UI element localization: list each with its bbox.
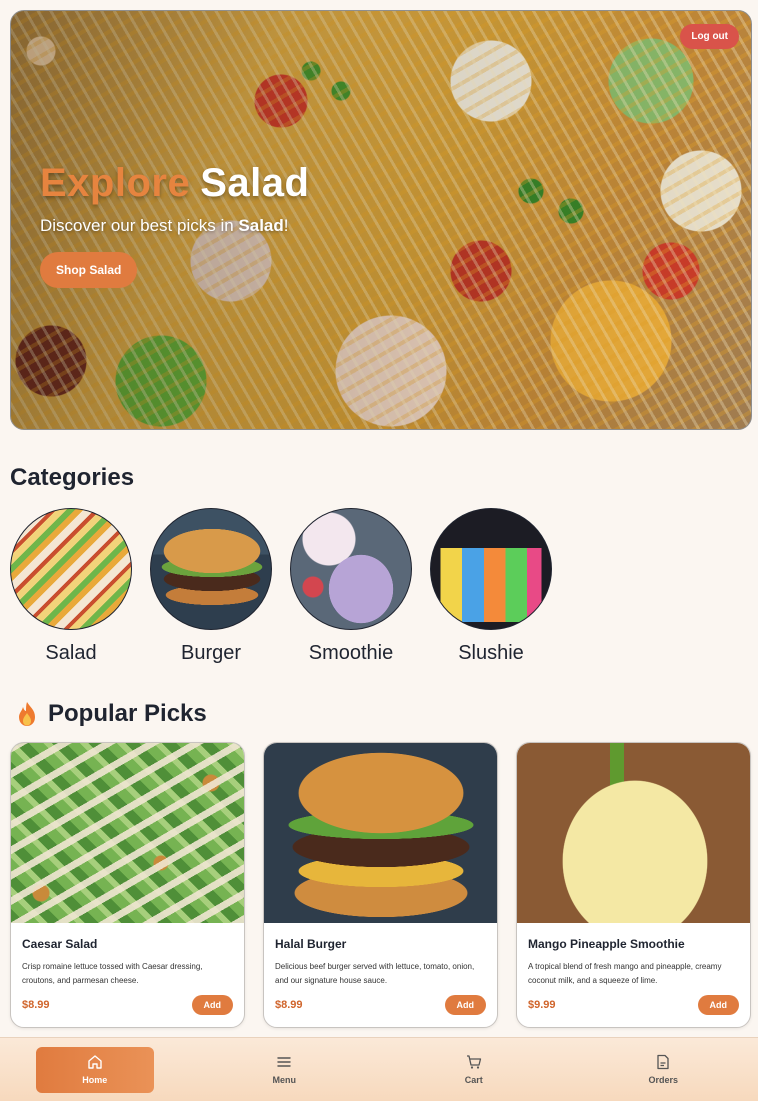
- nav-home[interactable]: Home: [35, 1046, 154, 1093]
- product-card[interactable]: Halal Burger Delicious beef burger serve…: [263, 742, 498, 1028]
- category-slushie-image[interactable]: [430, 508, 552, 630]
- add-to-cart-button[interactable]: Add: [191, 995, 233, 1015]
- category-salad[interactable]: Salad: [10, 508, 132, 665]
- bottom-navigation: Home Menu Cart Orders: [0, 1037, 758, 1101]
- category-label[interactable]: Salad: [10, 642, 132, 665]
- category-slushie[interactable]: Slushie: [430, 508, 552, 665]
- hero-content: Explore Salad Discover our best picks in …: [40, 161, 309, 288]
- popular-picks-label: Popular Picks: [48, 700, 207, 727]
- product-card[interactable]: Mango Pineapple Smoothie A tropical blen…: [516, 742, 751, 1028]
- product-price: $8.99: [22, 999, 50, 1011]
- hero-title-main: Salad: [200, 161, 310, 205]
- product-description: Delicious beef burger served with lettuc…: [275, 962, 475, 985]
- hero-title-accent: Explore: [40, 161, 191, 205]
- category-label[interactable]: Burger: [150, 642, 272, 665]
- category-burger-image[interactable]: [150, 508, 272, 630]
- product-price: $8.99: [275, 999, 303, 1011]
- category-smoothie-image[interactable]: [290, 508, 412, 630]
- orders-icon: [657, 1054, 669, 1070]
- home-icon: [88, 1055, 102, 1069]
- popular-picks-title: Popular Picks: [16, 700, 207, 728]
- nav-orders[interactable]: Orders: [604, 1047, 722, 1093]
- product-description: Crisp romaine lettuce tossed with Caesar…: [22, 962, 203, 985]
- product-image[interactable]: [517, 743, 750, 923]
- nav-label: Menu: [272, 1075, 297, 1085]
- menu-icon: [277, 1057, 291, 1067]
- product-image[interactable]: [264, 743, 497, 923]
- nav-menu[interactable]: Menu: [225, 1047, 343, 1093]
- category-burger[interactable]: Burger: [150, 508, 272, 665]
- category-smoothie[interactable]: Smoothie: [290, 508, 412, 665]
- category-label[interactable]: Slushie: [430, 642, 552, 665]
- add-to-cart-button[interactable]: Add: [697, 995, 739, 1015]
- product-name: Caesar Salad: [22, 937, 98, 951]
- shop-category-button[interactable]: Shop Salad: [40, 252, 138, 288]
- logout-button[interactable]: Log out: [680, 24, 739, 49]
- nav-cart[interactable]: Cart: [415, 1047, 533, 1093]
- product-image[interactable]: [11, 743, 244, 923]
- category-list: Salad Burger Smoothie Slushie: [10, 508, 552, 665]
- product-price: $9.99: [528, 999, 556, 1011]
- category-salad-image[interactable]: [10, 508, 132, 630]
- product-name: Halal Burger: [275, 937, 347, 951]
- product-card[interactable]: Caesar Salad Crisp romaine lettuce tosse…: [10, 742, 245, 1028]
- cart-icon: [466, 1055, 481, 1069]
- category-label[interactable]: Smoothie: [290, 642, 412, 665]
- hero-subtitle-prefix: Discover our best picks in: [40, 216, 239, 235]
- hero-subtitle: Discover our best picks in Salad!: [40, 216, 309, 236]
- nav-label: Cart: [464, 1075, 483, 1085]
- product-name: Mango Pineapple Smoothie: [528, 937, 685, 951]
- product-description: A tropical blend of fresh mango and pine…: [528, 962, 722, 985]
- hero-banner: Log out Explore Salad Discover our best p…: [10, 10, 752, 430]
- nav-label: Orders: [648, 1075, 678, 1085]
- hero-title: Explore Salad: [40, 161, 309, 206]
- flame-icon: [19, 702, 35, 726]
- hero-subtitle-category: Salad: [238, 216, 284, 235]
- nav-label: Home: [82, 1075, 108, 1085]
- add-to-cart-button[interactable]: Add: [444, 995, 486, 1015]
- hero-subtitle-suffix: !: [283, 216, 289, 235]
- popular-picks-list: Caesar Salad Crisp romaine lettuce tosse…: [10, 742, 751, 1028]
- categories-title: Categories: [10, 464, 135, 491]
